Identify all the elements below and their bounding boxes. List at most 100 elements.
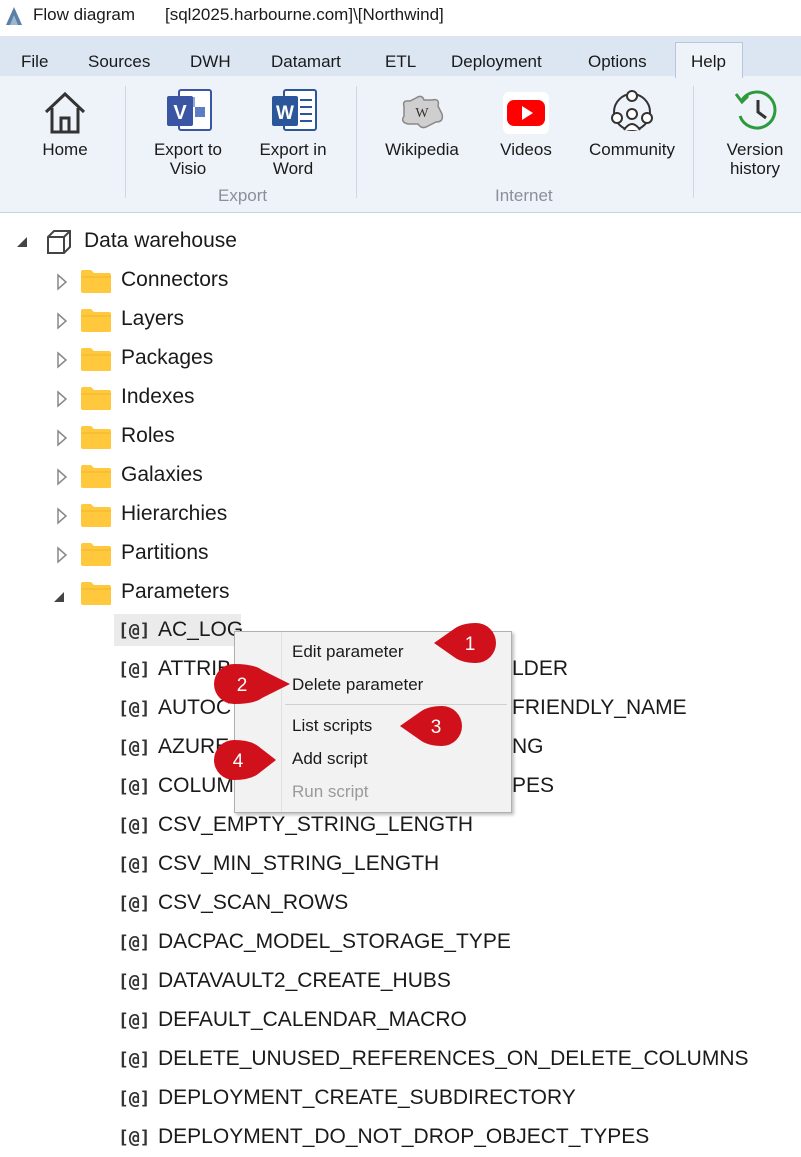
wikipedia-label: Wikipedia [385,140,459,159]
tree-parameter-row[interactable]: [@] CSV_MIN_STRING_LENGTH [0,852,801,884]
export-word-button[interactable]: W Export in Word [253,88,333,180]
menu-datamart[interactable]: Datamart [271,52,341,72]
parameter-icon: [@] [118,776,151,797]
expand-arrow-icon[interactable] [56,546,68,564]
tree-folder-row[interactable]: Indexes [0,385,801,419]
expand-arrow-icon[interactable] [56,390,68,408]
export-visio-button[interactable]: V Export to Visio [148,88,228,180]
tree-folder-row[interactable]: Layers [0,307,801,341]
group-label-export: Export [218,186,268,205]
word-icon: W [272,89,317,131]
community-button[interactable]: Community [580,88,684,168]
tree-parameter-row[interactable]: [@] DEPLOYMENT_CREATE_SUBDIRECTORY [0,1086,801,1118]
tree-folder-row[interactable]: Hierarchies [0,502,801,536]
tree-folder-row[interactable]: Partitions [0,541,801,575]
folder-icon [81,348,111,371]
tree-folder-row[interactable]: Connectors [0,268,801,302]
expand-arrow-icon[interactable] [56,429,68,447]
version-history-label-2: history [729,159,781,178]
expand-arrow-icon[interactable] [56,351,68,369]
connection-label: [sql2025.harbourne.com]\[Northwind] [165,5,444,24]
tree-parameter-row[interactable]: [@] DACPAC_MODEL_STORAGE_TYPE [0,930,801,962]
parameter-icon: [@] [118,854,151,875]
version-history-button[interactable]: Version history [716,88,794,180]
tree-parameter-label: DACPAC_MODEL_STORAGE_TYPE [158,930,511,953]
history-clock-icon [734,90,777,130]
community-icon [611,90,653,131]
menu-deployment[interactable]: Deployment [451,52,542,72]
export-word-label-2: Word [272,159,314,178]
tree-parameter-row[interactable]: [@] DATAVAULT2_CREATE_HUBS [0,969,801,1001]
expand-arrow-icon[interactable] [56,507,68,525]
videos-button[interactable]: Videos [490,88,562,168]
ribbon-separator [356,86,357,198]
window-title: Flow diagram [33,5,136,24]
context-menu-separator [285,704,507,705]
collapse-arrow-icon[interactable] [15,235,29,249]
wikipedia-puzzle-icon: W [401,95,444,129]
menu-dwh[interactable]: DWH [190,52,231,72]
tree-folder-label: Layers [121,307,185,330]
parameter-icon: [@] [118,1088,151,1109]
tree-parameter-row[interactable]: [@] DELETE_UNUSED_REFERENCES_ON_DELETE_CO… [0,1047,801,1079]
menu-help[interactable]: Help [691,52,726,72]
expand-arrow-icon[interactable] [56,468,68,486]
list-scripts-item[interactable]: List scripts [292,716,372,736]
tree-folder-label: Galaxies [121,463,203,486]
callout-marker-3: 3 [400,706,462,746]
parameter-icon: [@] [118,1049,151,1070]
tree-parameter-label: PES [512,774,555,797]
tree-folder-row[interactable]: Roles [0,424,801,458]
parameter-icon: [@] [118,815,151,836]
menu-etl[interactable]: ETL [385,52,416,72]
callout-marker-2: 2 [214,664,290,704]
community-label: Community [589,140,675,159]
ribbon-separator [125,86,126,198]
menu-options[interactable]: Options [588,52,647,72]
tree-folder-row[interactable]: Packages [0,346,801,380]
callout-marker-4: 4 [214,740,276,780]
parameter-icon: [@] [118,1127,151,1148]
expand-arrow-icon[interactable] [56,273,68,291]
svg-text:V: V [173,102,187,124]
tree-folder-label: Hierarchies [121,502,228,525]
tree-parameter-row[interactable]: [@] DEPLOYMENT_DO_NOT_DROP_OBJECT_TYPES [0,1125,801,1157]
tree-root-label[interactable]: Data warehouse [84,229,237,259]
home-button[interactable]: Home [30,88,100,168]
edit-parameter-item[interactable]: Edit parameter [292,642,404,662]
app-logo-icon [6,7,22,25]
tree-folder-label: Packages [121,346,214,369]
callout-number-2: 2 [237,675,248,696]
parameter-icon: [@] [118,893,151,914]
menu-sources[interactable]: Sources [88,52,150,72]
wikipedia-button[interactable]: W Wikipedia [378,88,466,168]
tree-parameter-label: DEPLOYMENT_DO_NOT_DROP_OBJECT_TYPES [158,1125,650,1148]
group-label-internet: Internet [495,186,553,205]
version-history-label-1: Version [726,140,784,159]
tree-parameter-row[interactable]: [@] CSV_SCAN_ROWS [0,891,801,923]
tree-parameter-label: DATAVAULT2_CREATE_HUBS [158,969,451,992]
delete-parameter-item[interactable]: Delete parameter [292,675,423,695]
tree-folder-row[interactable]: Parameters [0,580,801,614]
collapse-arrow-icon[interactable] [52,590,66,604]
expand-arrow-icon[interactable] [56,312,68,330]
folder-icon [81,465,111,488]
home-label: Home [42,140,88,159]
tree-parameter-row[interactable]: [@] DEFAULT_CALENDAR_MACRO [0,1008,801,1040]
menu-file[interactable]: File [21,52,48,72]
title-bar: Flow diagram [sql2025.harbourne.com]\[No… [0,0,801,36]
tree-folder-row[interactable]: Galaxies [0,463,801,497]
tree-parameter-label: NG [512,735,544,758]
callout-number-3: 3 [431,717,442,738]
tree-parameter-label: LDER [512,657,569,680]
folder-icon [81,426,111,449]
tree-folder-label: Indexes [121,385,195,408]
parameter-icon: [@] [118,737,151,758]
youtube-icon [503,92,549,134]
tree-parameter-row[interactable]: [@] CSV_EMPTY_STRING_LENGTH [0,813,801,845]
export-visio-label-2: Visio [169,159,207,178]
tree-parameter-label: DEFAULT_CALENDAR_MACRO [158,1008,467,1031]
tree-parameter-label: CSV_EMPTY_STRING_LENGTH [158,813,474,836]
parameter-icon: [@] [118,932,151,953]
add-script-item[interactable]: Add script [292,749,368,769]
